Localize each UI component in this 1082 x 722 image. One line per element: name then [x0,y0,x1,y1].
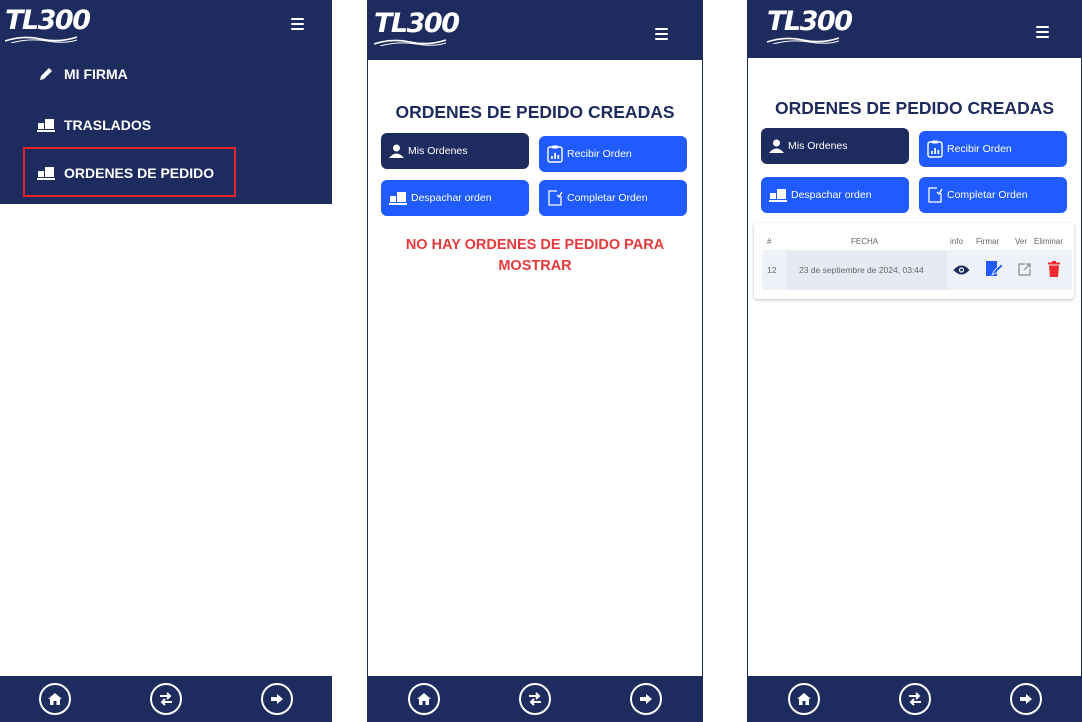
logo-wave-icon [374,39,446,46]
button-label: Mis Ordenes [788,140,848,152]
logout-icon[interactable] [260,683,293,715]
column-header-firmar: Firmar [976,237,1000,246]
exchange-icon[interactable] [898,683,931,715]
panel-2-header: TL300 [367,0,703,60]
panel-2-content: ORDENES DE PEDIDO CREADAS Mis Ordenes Re… [367,60,703,676]
external-link-icon[interactable] [1018,263,1031,281]
menu-item-label: MI FIRMA [64,66,128,82]
button-label: Completar Orden [567,192,648,204]
user-icon [389,144,404,158]
bottom-nav-panel-3 [748,676,1081,722]
panel-3-content: ORDENES DE PEDIDO CREADAS Mis Ordenes Re… [747,58,1082,676]
mis-ordenes-button[interactable]: Mis Ordenes [761,128,909,164]
truck-loading-icon [389,191,407,205]
clipboard-chart-icon [927,140,943,158]
logout-icon[interactable] [1009,683,1042,715]
completar-orden-button[interactable]: Completar Orden [539,180,687,216]
document-check-icon [547,190,563,206]
truck-loading-icon [36,118,56,132]
logout-icon[interactable] [630,683,663,715]
button-label: Recibir Orden [947,143,1012,155]
trash-icon[interactable] [1048,261,1060,282]
truck-loading-icon [769,188,787,202]
exchange-icon[interactable] [149,683,182,715]
home-icon[interactable] [787,683,820,715]
hamburger-menu-icon[interactable] [655,28,668,40]
page-title: ORDENES DE PEDIDO CREADAS [774,98,1055,118]
button-label: Despachar orden [791,189,872,201]
despachar-orden-button[interactable]: Despachar orden [761,177,909,213]
logo-wave-icon [767,37,839,44]
tl300-logo[interactable]: TL300 [5,5,91,43]
button-label: Despachar orden [411,192,492,204]
panel-1-sidebar-menu: TL300 MI FIRMA TRASLADOS ORDENES DE PEDI… [0,0,332,204]
eye-icon[interactable] [953,263,970,281]
menu-item-label: TRASLADOS [64,117,152,133]
home-icon[interactable] [39,683,72,715]
empty-orders-message: NO HAY ORDENES DE PEDIDO PARA MOSTRAR [405,237,665,274]
completar-orden-button[interactable]: Completar Orden [919,177,1067,213]
column-header-number: # [767,237,772,246]
button-label: Recibir Orden [567,148,632,160]
logo-text: TL300 [767,6,853,37]
hamburger-menu-icon[interactable] [1036,26,1049,38]
user-icon [769,139,784,153]
home-icon[interactable] [407,683,440,715]
button-label: Completar Orden [947,189,1028,201]
row-fecha: 23 de septiembre de 2024, 03:44 [799,265,924,275]
column-header-ver: Ver [1015,237,1028,246]
despachar-orden-button[interactable]: Despachar orden [381,180,529,216]
hamburger-menu-icon[interactable] [291,18,304,30]
recibir-orden-button[interactable]: Recibir Orden [539,136,687,172]
logo-text: TL300 [374,8,460,39]
logo-text: TL300 [5,5,91,36]
column-header-eliminar: Eliminar [1034,237,1063,246]
panel-3-header: TL300 [747,0,1082,58]
orders-table: # FECHA info Firmar Ver Eliminar 12 23 d… [754,223,1074,299]
bottom-nav-panel-2 [368,676,702,722]
row-id: 12 [767,265,777,275]
sign-document-icon[interactable] [986,261,1004,282]
table-row[interactable]: 12 23 de septiembre de 2024, 03:44 [762,250,1072,290]
bottom-nav-panel-1 [0,676,332,722]
tl300-logo[interactable]: TL300 [374,8,460,46]
fecha-cell: 23 de septiembre de 2024, 03:44 [787,250,947,290]
menu-item-traslados[interactable]: TRASLADOS [36,117,151,133]
column-header-fecha: FECHA [851,237,879,246]
logo-wave-icon [5,36,77,43]
button-label: Mis Ordenes [408,145,468,157]
page-title: ORDENES DE PEDIDO CREADAS [395,102,675,122]
pencil-icon [36,66,56,82]
exchange-icon[interactable] [518,683,551,715]
document-check-icon [927,187,943,203]
mis-ordenes-button[interactable]: Mis Ordenes [381,133,529,169]
menu-item-mi-firma[interactable]: MI FIRMA [36,66,128,82]
highlight-box [23,147,236,197]
tl300-logo[interactable]: TL300 [767,6,853,44]
clipboard-chart-icon [547,145,563,163]
recibir-orden-button[interactable]: Recibir Orden [919,131,1067,167]
column-header-info: info [950,237,963,246]
